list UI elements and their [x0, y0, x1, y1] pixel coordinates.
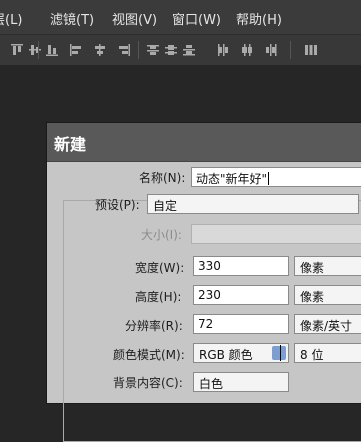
width-unit-value: 像素: [300, 261, 325, 275]
menu-help[interactable]: 帮助(H): [236, 9, 282, 28]
auto-align-icon[interactable]: [304, 43, 318, 57]
resolution-unit-value: 像素/英寸: [300, 319, 353, 333]
name-input[interactable]: 动态"新年好": [191, 167, 361, 187]
align-vcenter-icon[interactable]: [28, 43, 42, 57]
color-mode-label: 颜色模式(M):: [113, 348, 185, 362]
width-input-value: 330: [198, 259, 221, 273]
menu-filter[interactable]: 滤镜(T): [50, 9, 94, 28]
mouse-cursor-icon: [280, 345, 281, 361]
bit-depth-value: 8 位: [300, 348, 324, 362]
distribute-vcenter-icon[interactable]: [164, 43, 178, 57]
resolution-label: 分辨率(R):: [125, 319, 183, 333]
color-mode-select[interactable]: RGB 颜色: [193, 343, 289, 363]
toolbar-divider: [290, 41, 291, 59]
toolbar-divider: [38, 41, 39, 59]
preset-select[interactable]: 自定: [147, 194, 359, 214]
distribute-bottom-icon[interactable]: [182, 43, 196, 57]
text-caret: [268, 172, 270, 185]
width-input[interactable]: 330: [193, 256, 289, 276]
height-label: 高度(H):: [135, 290, 182, 304]
distribute-top-icon[interactable]: [146, 43, 160, 57]
name-label: 名称(N):: [139, 171, 186, 185]
background-value: 白色: [199, 377, 224, 391]
height-input-value: 230: [198, 288, 221, 302]
preset-select-value: 自定: [153, 199, 178, 213]
dialog-title: 新建: [54, 135, 87, 154]
dropdown-arrow-icon: [272, 346, 286, 360]
resolution-input[interactable]: 72: [193, 314, 289, 334]
size-select: [191, 224, 361, 244]
name-input-value: 动态"新年好": [196, 172, 268, 186]
width-unit-select[interactable]: 像素: [294, 256, 361, 276]
toolbar-divider: [138, 41, 139, 59]
bit-depth-select[interactable]: 8 位: [294, 343, 361, 363]
align-bottom-icon[interactable]: [45, 43, 59, 57]
menu-view[interactable]: 视图(V): [112, 9, 157, 28]
height-input[interactable]: 230: [193, 285, 289, 305]
new-document-dialog: 新建 名称(N): 动态"新年好" 预设(P): 自定 大小(I): 宽度(W)…: [46, 122, 361, 442]
distribute-right-icon[interactable]: [264, 43, 278, 57]
height-unit-value: 像素: [300, 290, 325, 304]
resolution-input-value: 72: [198, 317, 214, 331]
align-hcenter-icon[interactable]: [93, 43, 107, 57]
dialog-body: 名称(N): 动态"新年好" 预设(P): 自定 大小(I): 宽度(W): 3…: [47, 162, 361, 442]
size-label: 大小(I):: [141, 228, 182, 242]
width-label: 宽度(W):: [135, 261, 185, 275]
align-top-icon[interactable]: [10, 43, 24, 57]
menu-bar: 层(L) 滤镜(T) 视图(V) 窗口(W) 帮助(H): [0, 0, 361, 34]
background-select[interactable]: 白色: [193, 372, 289, 392]
distribute-left-icon[interactable]: [216, 43, 230, 57]
preset-label: 预设(P):: [95, 198, 140, 212]
menu-layer[interactable]: 层(L): [0, 9, 22, 28]
align-left-icon[interactable]: [69, 43, 83, 57]
color-mode-value: RGB 颜色: [199, 348, 253, 362]
options-bar: [0, 34, 361, 66]
menu-window[interactable]: 窗口(W): [172, 9, 221, 28]
align-right-icon[interactable]: [117, 43, 131, 57]
resolution-unit-select[interactable]: 像素/英寸: [294, 314, 361, 334]
dialog-titlebar[interactable]: 新建: [47, 123, 361, 162]
height-unit-select[interactable]: 像素: [294, 285, 361, 305]
distribute-hcenter-icon[interactable]: [240, 43, 254, 57]
